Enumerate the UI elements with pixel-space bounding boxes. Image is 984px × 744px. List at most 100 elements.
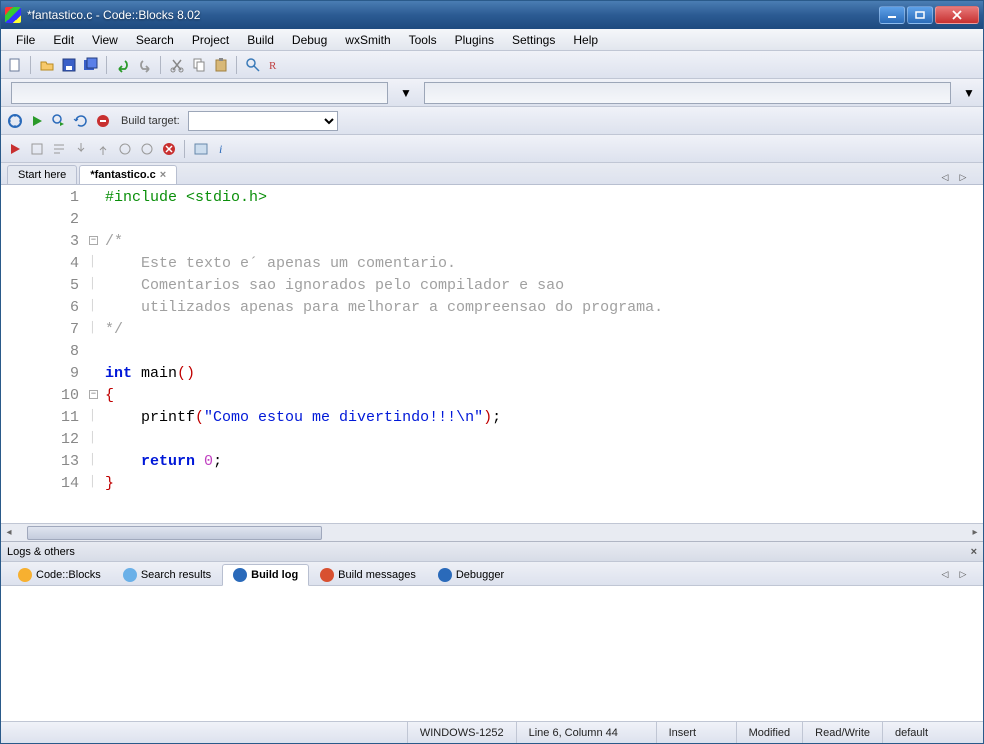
menu-wxsmith[interactable]: wxSmith: [336, 30, 399, 50]
fold-column[interactable]: −││││ −││││: [89, 185, 103, 493]
scroll-right-icon[interactable]: ▸: [967, 525, 983, 541]
paste-icon[interactable]: [211, 55, 231, 75]
logs-title: Logs & others ×: [1, 542, 983, 562]
symbol-search-dropdown[interactable]: [11, 82, 388, 104]
debug-windows-icon[interactable]: [191, 139, 211, 159]
tab-prev-icon[interactable]: ◁: [937, 170, 953, 184]
menu-search[interactable]: Search: [127, 30, 183, 50]
logtab-label: Build messages: [338, 569, 416, 581]
pencil-icon: [18, 568, 32, 582]
tab-close-icon[interactable]: ×: [160, 169, 166, 181]
debug-start-icon[interactable]: [5, 139, 25, 159]
code-editor[interactable]: 1 2 3 4 5 6 7 8 9 10 11 12 13 14 −││││ −…: [1, 185, 983, 523]
menu-debug[interactable]: Debug: [283, 30, 336, 50]
menu-file[interactable]: File: [7, 30, 44, 50]
logtab-prev-icon[interactable]: ◁: [937, 568, 953, 582]
tab-fantastico[interactable]: *fantastico.c ×: [79, 165, 177, 184]
app-window: *fantastico.c - Code::Blocks 8.02 File E…: [0, 0, 984, 744]
logtab-next-icon[interactable]: ▷: [955, 568, 971, 582]
menubar: File Edit View Search Project Build Debu…: [1, 29, 983, 51]
log-tabs: Code::Blocks Search results Build log Bu…: [1, 562, 983, 586]
separator: [106, 56, 108, 74]
logtab-label: Build log: [251, 569, 298, 581]
menu-project[interactable]: Project: [183, 30, 238, 50]
tab-label: *fantastico.c: [90, 169, 155, 181]
find-icon[interactable]: [243, 55, 263, 75]
info-icon[interactable]: i: [213, 139, 233, 159]
stop-debug-icon[interactable]: [159, 139, 179, 159]
logtab-codeblocks[interactable]: Code::Blocks: [7, 564, 112, 586]
logtab-search[interactable]: Search results: [112, 564, 222, 586]
open-icon[interactable]: [37, 55, 57, 75]
log-body[interactable]: [1, 586, 983, 721]
status-bar: WINDOWS-1252 Line 6, Column 44 Insert Mo…: [1, 721, 983, 743]
dropdown-arrow-icon[interactable]: ▼: [396, 83, 416, 103]
tab-start-here[interactable]: Start here: [7, 165, 77, 184]
step-instr-icon[interactable]: [137, 139, 157, 159]
maximize-button[interactable]: [907, 6, 933, 24]
separator: [160, 56, 162, 74]
line-gutter: 1 2 3 4 5 6 7 8 9 10 11 12 13 14: [1, 185, 87, 523]
build-icon[interactable]: [5, 111, 25, 131]
titlebar: *fantastico.c - Code::Blocks 8.02: [1, 1, 983, 29]
run-icon[interactable]: [27, 111, 47, 131]
menu-settings[interactable]: Settings: [503, 30, 564, 50]
gear-icon: [233, 568, 247, 582]
rebuild-icon[interactable]: [71, 111, 91, 131]
save-icon[interactable]: [59, 55, 79, 75]
cut-icon[interactable]: [167, 55, 187, 75]
run-to-cursor-icon[interactable]: [27, 139, 47, 159]
logtab-label: Search results: [141, 569, 211, 581]
menu-tools[interactable]: Tools: [400, 30, 446, 50]
build-run-icon[interactable]: [49, 111, 69, 131]
logtab-label: Code::Blocks: [36, 569, 101, 581]
build-target-label: Build target:: [115, 115, 186, 127]
code-content[interactable]: #include <stdio.h> /* Este texto e´ apen…: [87, 185, 983, 523]
abort-icon[interactable]: [93, 111, 113, 131]
status-mode: Insert: [657, 722, 737, 743]
menu-edit[interactable]: Edit: [44, 30, 83, 50]
undo-icon[interactable]: [113, 55, 133, 75]
debug-toolbar: i: [1, 135, 983, 163]
logtab-build-log[interactable]: Build log: [222, 564, 309, 586]
refresh-icon: [438, 568, 452, 582]
build-target-dropdown[interactable]: [188, 111, 338, 131]
tab-label: Start here: [18, 169, 66, 181]
menu-help[interactable]: Help: [564, 30, 607, 50]
next-line-icon[interactable]: [49, 139, 69, 159]
editor-tabs: Start here *fantastico.c × ◁ ▷: [1, 163, 983, 185]
step-into-icon[interactable]: [71, 139, 91, 159]
new-file-icon[interactable]: [5, 55, 25, 75]
next-instr-icon[interactable]: [115, 139, 135, 159]
svg-text:R: R: [269, 60, 277, 72]
save-all-icon[interactable]: [81, 55, 101, 75]
symbol-filter-dropdown[interactable]: [424, 82, 951, 104]
separator: [30, 56, 32, 74]
redo-icon[interactable]: [135, 55, 155, 75]
dropdown-arrow-icon[interactable]: ▼: [959, 83, 979, 103]
copy-icon[interactable]: [189, 55, 209, 75]
app-icon: [5, 7, 21, 23]
horizontal-scrollbar[interactable]: ◂ ▸: [1, 523, 983, 541]
status-profile: default: [883, 722, 983, 743]
logs-panel: Logs & others × Code::Blocks Search resu…: [1, 541, 983, 721]
status-access: Read/Write: [803, 722, 883, 743]
menu-build[interactable]: Build: [238, 30, 283, 50]
minimize-button[interactable]: [879, 6, 905, 24]
step-out-icon[interactable]: [93, 139, 113, 159]
menu-view[interactable]: View: [83, 30, 127, 50]
search-icon: [123, 568, 137, 582]
tab-next-icon[interactable]: ▷: [955, 170, 971, 184]
logtab-build-msgs[interactable]: Build messages: [309, 564, 427, 586]
close-button[interactable]: [935, 6, 979, 24]
status-modified: Modified: [737, 722, 804, 743]
logtab-nav: ◁ ▷: [937, 568, 977, 582]
scroll-left-icon[interactable]: ◂: [1, 525, 17, 541]
window-buttons: [877, 6, 979, 24]
separator: [236, 56, 238, 74]
scroll-thumb[interactable]: [27, 526, 322, 540]
logtab-debugger[interactable]: Debugger: [427, 564, 515, 586]
replace-icon[interactable]: R: [265, 55, 285, 75]
menu-plugins[interactable]: Plugins: [446, 30, 503, 50]
logs-close-icon[interactable]: ×: [971, 546, 977, 558]
